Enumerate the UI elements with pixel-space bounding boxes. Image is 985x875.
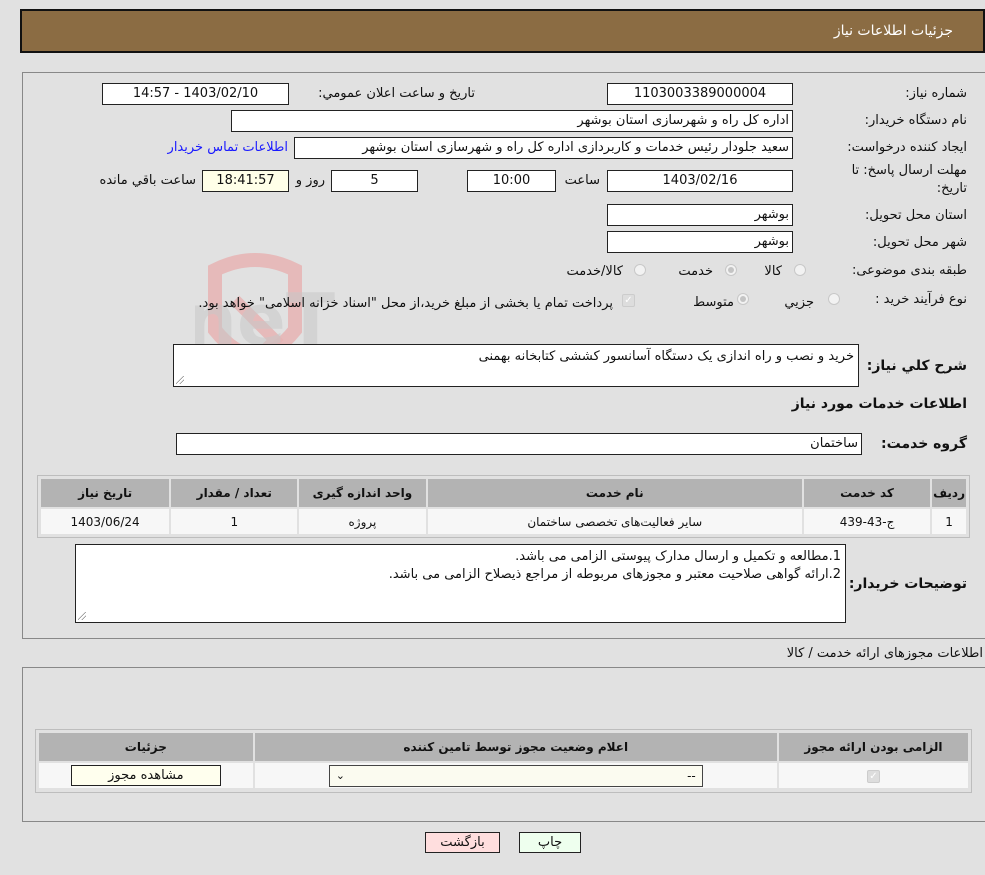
services-table: ردیف کد خدمت نام خدمت واحد اندازه گیری ت…	[38, 477, 968, 536]
licenses-table: الزامی بودن ارائه مجوز اعلام وضعیت مجوز …	[37, 731, 971, 790]
col-unit: واحد اندازه گیری	[297, 477, 428, 509]
service-group-label: گروه خدمت:	[881, 436, 967, 452]
province-field: بوشهر	[607, 204, 793, 226]
buyer-note-line: 1.مطالعه و تکمیل و ارسال مدارک پیوستی ال…	[515, 549, 841, 564]
license-status-select[interactable]: -- ⌄	[328, 764, 703, 787]
resize-handle-icon[interactable]	[78, 612, 86, 620]
licenses-table-header: الزامی بودن ارائه مجوز اعلام وضعیت مجوز …	[37, 731, 971, 763]
col-need-date: تاریخ نیاز	[38, 477, 172, 509]
chevron-down-icon: ⌄	[335, 768, 345, 782]
process-type-label: نوع فرآیند خرید :	[875, 292, 967, 307]
col-service-code: کد خدمت	[801, 477, 933, 509]
resize-handle-icon[interactable]	[176, 376, 184, 384]
summary-label: شرح کلي نیاز:	[866, 358, 967, 374]
days-label: روز و	[295, 173, 325, 188]
deadline-time-label: ساعت	[564, 173, 600, 188]
category-radio-service[interactable]	[725, 264, 737, 276]
remaining-days-field: 5	[331, 170, 418, 192]
buyer-notes-label: توضیحات خریدار:	[848, 576, 967, 592]
page-header: جزئیات اطلاعات نیاز	[20, 9, 985, 53]
treasury-text: پرداخت تمام یا بخشی از مبلغ خرید،از محل …	[198, 296, 613, 311]
cell-license-status: -- ⌄	[252, 761, 779, 790]
cell-unit: پروژه	[297, 507, 428, 536]
remaining-time-field: 18:41:57	[202, 170, 289, 192]
buyer-contact-link[interactable]: اطلاعات تماس خریدار	[168, 140, 288, 155]
col-row: ردیف	[930, 477, 968, 509]
view-license-button[interactable]: مشاهده مجوز	[70, 765, 221, 786]
city-label: شهر محل تحویل:	[872, 235, 967, 250]
services-table-header: ردیف کد خدمت نام خدمت واحد اندازه گیری ت…	[38, 477, 968, 509]
announce-datetime-field: 1403/02/10 - 14:57	[102, 83, 289, 105]
col-license-details: جزئیات	[37, 731, 255, 763]
col-license-required: الزامی بودن ارائه مجوز	[776, 731, 971, 763]
page-title: جزئیات اطلاعات نیاز	[833, 23, 953, 39]
category-label: طبقه بندی موضوعی:	[851, 263, 967, 278]
cell-quantity: 1	[169, 507, 300, 536]
license-status-value: --	[687, 768, 696, 783]
need-number-label: شماره نیاز:	[905, 86, 967, 101]
creator-field: سعید جلودار رئیس خدمات و کاربردازی اداره…	[294, 137, 793, 159]
process-radio-medium[interactable]	[737, 293, 749, 305]
col-service-name: نام خدمت	[425, 477, 804, 509]
category-option-goods: کالا	[764, 264, 782, 279]
table-row: ✓ -- ⌄ مشاهده مجوز	[37, 761, 971, 790]
city-field: بوشهر	[607, 231, 793, 253]
back-button[interactable]: بازگشت	[425, 832, 500, 853]
creator-label: ایجاد کننده درخواست:	[847, 140, 967, 155]
licenses-section-title: اطلاعات مجوزهای ارائه خدمت / کالا	[786, 646, 983, 661]
services-section-title: اطلاعات خدمات مورد نیاز	[791, 396, 967, 412]
need-number-field: 1103003389000004	[607, 83, 793, 105]
cell-service-name: سایر فعالیت‌های تخصصی ساختمان	[425, 507, 804, 536]
category-option-service: خدمت	[678, 264, 713, 279]
buyer-note-line: 2.ارائه گواهی صلاحیت معتبر و مجوزهای مرب…	[388, 567, 841, 582]
announce-datetime-label: تاریخ و ساعت اعلان عمومي:	[318, 86, 475, 101]
print-button[interactable]: چاپ	[519, 832, 581, 853]
process-radio-minor[interactable]	[828, 293, 840, 305]
treasury-checkbox[interactable]: ✓	[622, 294, 635, 307]
col-quantity: تعداد / مقدار	[169, 477, 300, 509]
cell-service-code: ج-43-439	[801, 507, 933, 536]
category-radio-goods[interactable]	[794, 264, 806, 276]
cell-license-details: مشاهده مجوز	[37, 761, 255, 790]
buyer-notes-textarea[interactable]: 1.مطالعه و تکمیل و ارسال مدارک پیوستی ال…	[75, 544, 846, 623]
col-license-status: اعلام وضعیت مجوز توسط تامین کننده	[252, 731, 779, 763]
table-row: 1 ج-43-439 سایر فعالیت‌های تخصصی ساختمان…	[38, 507, 968, 536]
buyer-org-field: اداره کل راه و شهرسازی استان بوشهر	[231, 110, 793, 132]
service-group-field: ساختمان	[176, 433, 862, 455]
deadline-label: مهلت ارسال پاسخ: تا	[851, 163, 967, 178]
category-option-goods-service: کالا/خدمت	[566, 264, 623, 279]
buyer-org-label: نام دستگاه خریدار:	[864, 113, 967, 128]
license-required-checkbox[interactable]: ✓	[866, 770, 880, 783]
deadline-date-field: 1403/02/16	[607, 170, 793, 192]
cell-need-date: 1403/06/24	[38, 507, 172, 536]
cell-license-required: ✓	[776, 761, 971, 790]
summary-text: خرید و نصب و راه اندازی یک دستگاه آسانسو…	[478, 349, 854, 364]
process-option-minor: جزيي	[784, 295, 814, 310]
cell-row: 1	[930, 507, 968, 536]
deadline-label-date: تاریخ:	[936, 181, 967, 196]
deadline-time-field: 10:00	[467, 170, 556, 192]
remaining-time-label: ساعت باقي مانده	[99, 173, 196, 188]
summary-textarea[interactable]: خرید و نصب و راه اندازی یک دستگاه آسانسو…	[173, 344, 859, 387]
process-option-medium: متوسط	[693, 295, 734, 310]
category-radio-goods-service[interactable]	[634, 264, 646, 276]
province-label: استان محل تحویل:	[865, 208, 967, 223]
